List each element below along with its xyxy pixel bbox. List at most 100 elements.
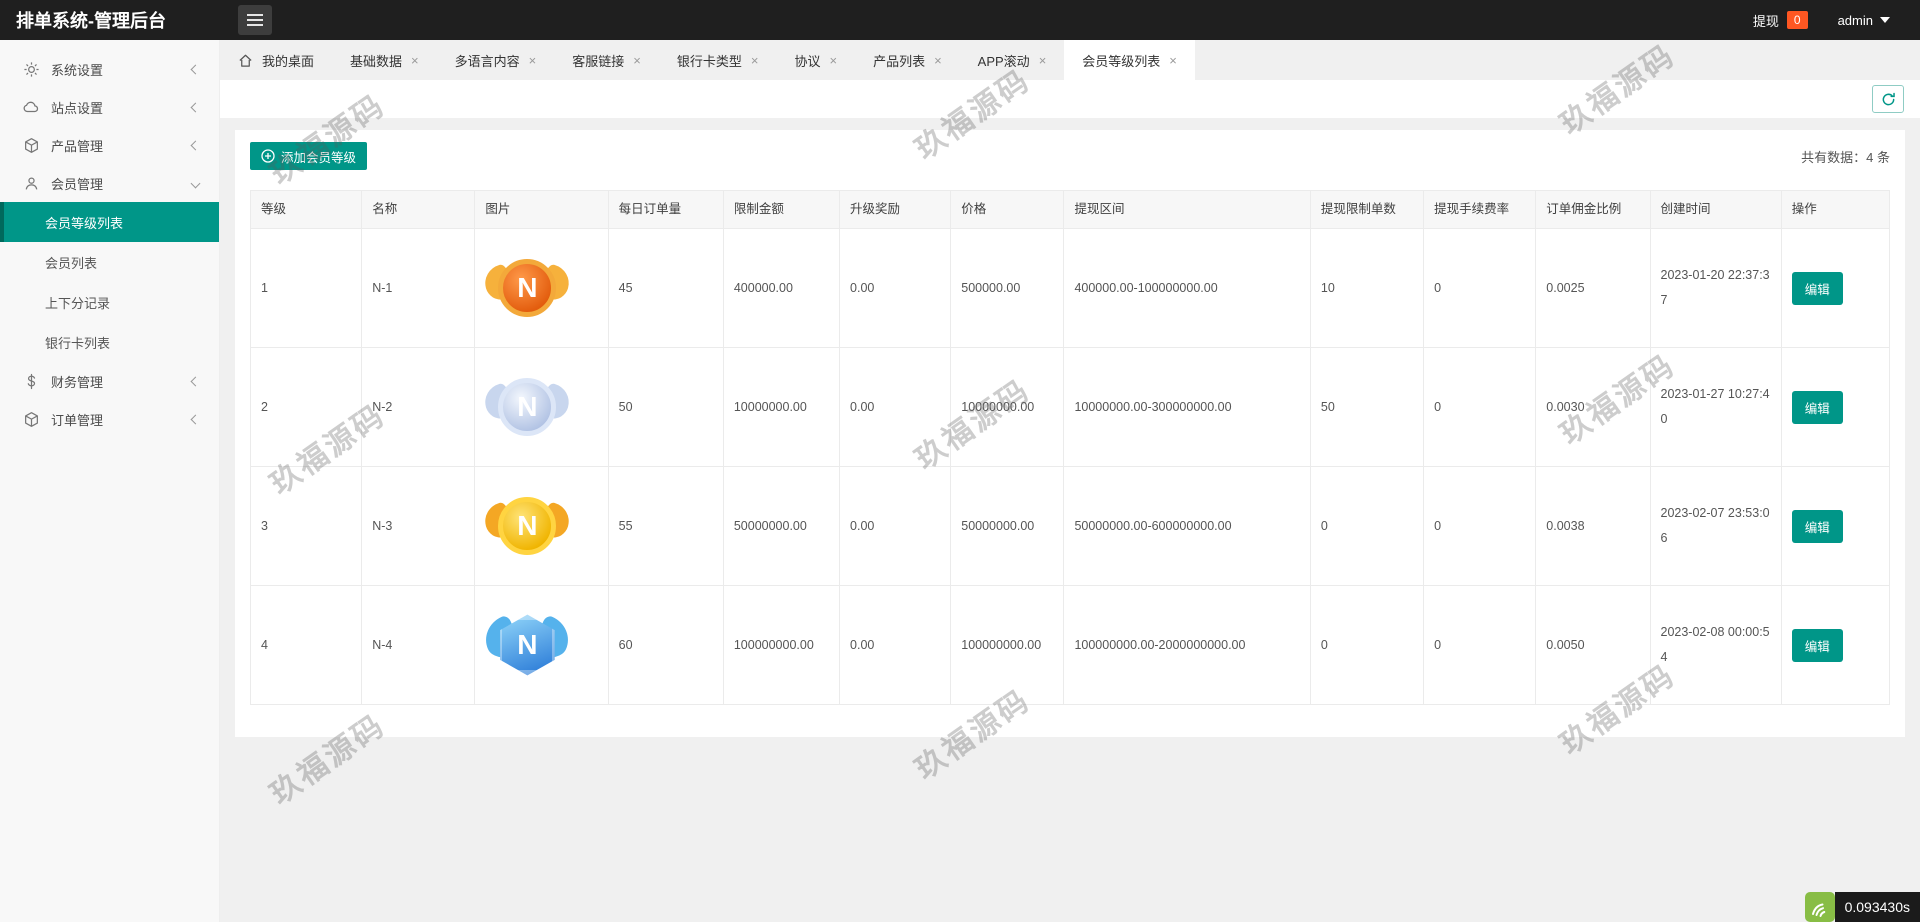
cell-upgrade_reward: 0.00 <box>840 229 951 348</box>
cell-action: 编辑 <box>1781 467 1889 586</box>
sidebar-subitem-银行卡列表[interactable]: 银行卡列表 <box>0 322 219 362</box>
cube-icon <box>22 136 40 154</box>
close-icon[interactable]: × <box>529 53 537 68</box>
close-icon[interactable]: × <box>1039 53 1047 68</box>
sidebar-item-产品管理[interactable]: 产品管理 <box>0 126 219 164</box>
cell-upgrade_reward: 0.00 <box>840 467 951 586</box>
sidebar-item-站点设置[interactable]: 站点设置 <box>0 88 219 126</box>
user-menu[interactable]: admin <box>1838 13 1890 28</box>
tab-label: 基础数据 <box>350 51 402 70</box>
user-icon <box>22 174 40 192</box>
username: admin <box>1838 13 1873 28</box>
cell-commission_rate: 0.0038 <box>1536 467 1650 586</box>
tab-label: APP滚动 <box>978 51 1030 70</box>
sidebar-item-系统设置[interactable]: 系统设置 <box>0 50 219 88</box>
cell-action: 编辑 <box>1781 586 1889 705</box>
sidebar-subitem-会员等级列表[interactable]: 会员等级列表 <box>0 202 219 242</box>
sidebar-item-label: 订单管理 <box>51 410 103 429</box>
chevron-left-icon <box>191 414 201 424</box>
app-title: 排单系统-管理后台 <box>0 7 220 33</box>
cell-commission_rate: 0.0050 <box>1536 586 1650 705</box>
cell-withdraw_fee_rate: 0 <box>1424 348 1536 467</box>
close-icon[interactable]: × <box>751 53 759 68</box>
tab-产品列表[interactable]: 产品列表 × <box>855 40 960 80</box>
cell-price: 100000000.00 <box>951 586 1064 705</box>
cell-commission_rate: 0.0030 <box>1536 348 1650 467</box>
refresh-button[interactable] <box>1872 85 1904 113</box>
edit-button[interactable]: 编辑 <box>1792 629 1843 662</box>
column-header: 等级 <box>251 191 362 229</box>
cell-level: 1 <box>251 229 362 348</box>
member-level-card: 添加会员等级 共有数据：4 条 等级名称图片每日订单量限制金额升级奖励价格提现区… <box>235 130 1905 737</box>
tab-银行卡类型[interactable]: 银行卡类型× <box>659 40 777 80</box>
column-header: 升级奖励 <box>840 191 951 229</box>
cell-withdraw_limit: 0 <box>1310 467 1423 586</box>
tab-我的桌面[interactable]: 我的桌面 <box>220 40 332 80</box>
close-icon[interactable]: × <box>411 53 419 68</box>
cell-badge: N <box>475 467 608 586</box>
cell-withdraw_range: 100000000.00-2000000000.00 <box>1064 586 1310 705</box>
close-icon[interactable]: × <box>1169 53 1177 68</box>
cell-name: N-1 <box>362 229 475 348</box>
sidebar-item-label: 系统设置 <box>51 60 103 79</box>
cloud-icon <box>22 98 40 116</box>
level-badge-image: N <box>485 607 569 683</box>
withdraw-label: 提现 <box>1753 11 1779 30</box>
cell-withdraw_range: 50000000.00-600000000.00 <box>1064 467 1310 586</box>
tab-label: 客服链接 <box>572 51 624 70</box>
cell-created_at: 2023-01-20 22:37:37 <box>1650 229 1781 348</box>
exec-time-text: 0.093430s <box>1835 892 1920 922</box>
column-header: 限制金额 <box>723 191 839 229</box>
tab-多语言内容[interactable]: 多语言内容× <box>437 40 555 80</box>
edit-button[interactable]: 编辑 <box>1792 510 1843 543</box>
cell-action: 编辑 <box>1781 348 1889 467</box>
cell-level: 2 <box>251 348 362 467</box>
cell-badge: N <box>475 348 608 467</box>
add-member-level-button[interactable]: 添加会员等级 <box>250 142 367 170</box>
cell-commission_rate: 0.0025 <box>1536 229 1650 348</box>
cell-action: 编辑 <box>1781 229 1889 348</box>
table-body: 1N-1N45400000.000.00500000.00400000.00-1… <box>251 229 1890 705</box>
close-icon[interactable]: × <box>829 53 837 68</box>
sidebar-subitem-会员列表[interactable]: 会员列表 <box>0 242 219 282</box>
withdraw-link[interactable]: 提现 0 <box>1753 11 1808 30</box>
tab-会员等级列表[interactable]: 会员等级列表× <box>1064 40 1195 80</box>
hamburger-icon <box>247 14 263 16</box>
tab-label: 我的桌面 <box>262 51 314 70</box>
tab-协议[interactable]: 协议 × <box>776 40 855 80</box>
edit-button[interactable]: 编辑 <box>1792 391 1843 424</box>
cell-withdraw_limit: 10 <box>1310 229 1423 348</box>
chevron-left-icon <box>191 102 201 112</box>
tab-APP滚动[interactable]: APP滚动 × <box>960 40 1065 80</box>
sidebar-subitem-上下分记录[interactable]: 上下分记录 <box>0 282 219 322</box>
sidebar-item-label: 会员管理 <box>51 174 103 193</box>
dollar-icon <box>22 372 40 390</box>
sidebar-item-订单管理[interactable]: 订单管理 <box>0 400 219 438</box>
cell-daily_orders: 60 <box>608 586 723 705</box>
sidebar-item-label: 财务管理 <box>51 372 103 391</box>
chevron-left-icon <box>191 376 201 386</box>
cell-level: 3 <box>251 467 362 586</box>
close-icon[interactable]: × <box>934 53 942 68</box>
cell-withdraw_limit: 50 <box>1310 348 1423 467</box>
cell-price: 500000.00 <box>951 229 1064 348</box>
tab-label: 产品列表 <box>873 51 925 70</box>
table-row: 1N-1N45400000.000.00500000.00400000.00-1… <box>251 229 1890 348</box>
top-bar: 排单系统-管理后台 提现 0 admin <box>0 0 1920 40</box>
cell-withdraw_range: 400000.00-100000000.00 <box>1064 229 1310 348</box>
withdraw-count-badge: 0 <box>1787 11 1808 29</box>
cell-created_at: 2023-01-27 10:27:40 <box>1650 348 1781 467</box>
menu-toggle-button[interactable] <box>238 5 272 35</box>
sidebar-item-会员管理[interactable]: 会员管理 <box>0 164 219 202</box>
cell-name: N-3 <box>362 467 475 586</box>
tab-基础数据[interactable]: 基础数据 × <box>332 40 437 80</box>
cube-icon <box>22 410 40 428</box>
close-icon[interactable]: × <box>633 53 641 68</box>
column-header: 每日订单量 <box>608 191 723 229</box>
tab-客服链接[interactable]: 客服链接 × <box>554 40 659 80</box>
cell-limit_amount: 10000000.00 <box>723 348 839 467</box>
tab-label: 协议 <box>794 51 820 70</box>
sidebar-item-财务管理[interactable]: 财务管理 <box>0 362 219 400</box>
cell-price: 50000000.00 <box>951 467 1064 586</box>
edit-button[interactable]: 编辑 <box>1792 272 1843 305</box>
